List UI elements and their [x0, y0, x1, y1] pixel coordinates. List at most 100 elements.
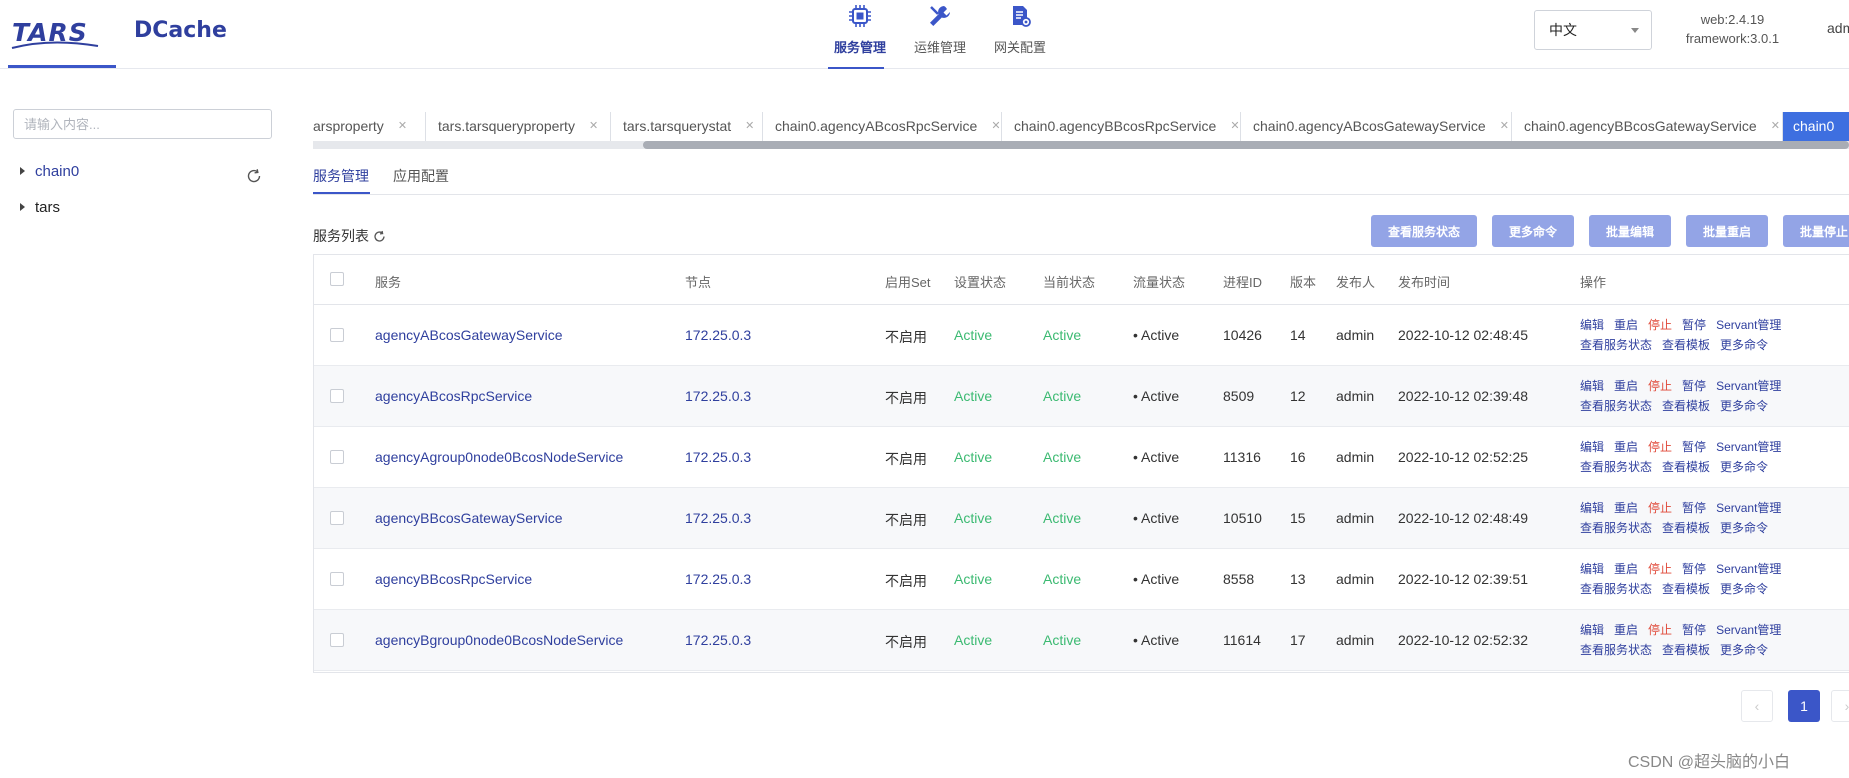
subtab-service-management[interactable]: 服务管理 — [313, 166, 370, 194]
col-pid[interactable]: 进程ID — [1223, 272, 1262, 291]
restart-link[interactable]: 重启 — [1614, 379, 1638, 393]
service-name-link[interactable]: agencyBBcosGatewayService — [375, 510, 563, 526]
tabs-scrollbar-thumb[interactable] — [643, 141, 1849, 149]
stop-link[interactable]: 停止 — [1648, 318, 1672, 332]
node-ip-link[interactable]: 172.25.0.3 — [685, 632, 751, 648]
tab-chain0[interactable]: chain0✕ — [1783, 112, 1849, 141]
refresh-icon[interactable] — [373, 230, 386, 243]
servant-manage-link[interactable]: Servant管理 — [1716, 440, 1781, 454]
tab-tarsqueryproperty[interactable]: tars.tarsqueryproperty ✕ — [426, 112, 611, 141]
caret-right-icon[interactable] — [20, 203, 25, 211]
service-name-link[interactable]: agencyABcosGatewayService — [375, 327, 563, 343]
select-all-checkbox[interactable] — [330, 272, 344, 286]
view-template-link[interactable]: 查看模板 — [1662, 582, 1710, 596]
tree-node-tars[interactable]: tars — [20, 198, 60, 218]
row-checkbox[interactable] — [330, 572, 344, 586]
close-icon[interactable]: ✕ — [1500, 113, 1509, 140]
refresh-icon[interactable] — [246, 168, 262, 184]
edit-link[interactable]: 编辑 — [1580, 562, 1604, 576]
pause-link[interactable]: 暂停 — [1682, 379, 1706, 393]
more-commands-button[interactable]: 更多命令 — [1492, 215, 1574, 247]
tab-agencyABcosRpcService[interactable]: chain0.agencyABcosRpcService ✕ — [763, 112, 1002, 141]
restart-link[interactable]: 重启 — [1614, 562, 1638, 576]
node-ip-link[interactable]: 172.25.0.3 — [685, 388, 751, 404]
col-service[interactable]: 服务 — [375, 272, 401, 291]
nav-service-management[interactable]: 服务管理 — [820, 0, 900, 69]
node-ip-link[interactable]: 172.25.0.3 — [685, 510, 751, 526]
more-commands-link[interactable]: 更多命令 — [1720, 582, 1768, 596]
servant-manage-link[interactable]: Servant管理 — [1716, 318, 1781, 332]
nav-ops-management[interactable]: 运维管理 — [900, 0, 980, 68]
tab-agencyBBcosGatewayService[interactable]: chain0.agencyBBcosGatewayService ✕ — [1512, 112, 1783, 141]
view-status-link[interactable]: 查看服务状态 — [1580, 643, 1652, 657]
restart-link[interactable]: 重启 — [1614, 318, 1638, 332]
close-icon[interactable]: ✕ — [398, 113, 407, 140]
col-set[interactable]: 启用Set — [885, 272, 931, 291]
view-status-link[interactable]: 查看服务状态 — [1580, 338, 1652, 352]
restart-link[interactable]: 重启 — [1614, 623, 1638, 637]
servant-manage-link[interactable]: Servant管理 — [1716, 623, 1781, 637]
service-name-link[interactable]: agencyABcosRpcService — [375, 388, 532, 404]
pagination-prev-button[interactable]: ‹ — [1741, 690, 1773, 722]
view-template-link[interactable]: 查看模板 — [1662, 399, 1710, 413]
node-ip-link[interactable]: 172.25.0.3 — [685, 571, 751, 587]
node-ip-link[interactable]: 172.25.0.3 — [685, 449, 751, 465]
pause-link[interactable]: 暂停 — [1682, 562, 1706, 576]
close-icon[interactable]: ✕ — [589, 113, 598, 140]
col-publish-time[interactable]: 发布时间 — [1398, 272, 1450, 291]
row-checkbox[interactable] — [330, 633, 344, 647]
view-template-link[interactable]: 查看模板 — [1662, 521, 1710, 535]
row-checkbox[interactable] — [330, 511, 344, 525]
servant-manage-link[interactable]: Servant管理 — [1716, 379, 1781, 393]
row-checkbox[interactable] — [330, 450, 344, 464]
subtab-app-config[interactable]: 应用配置 — [393, 166, 449, 194]
close-icon[interactable]: ✕ — [1771, 113, 1780, 140]
stop-link[interactable]: 停止 — [1648, 562, 1672, 576]
view-service-status-button[interactable]: 查看服务状态 — [1371, 215, 1477, 247]
view-template-link[interactable]: 查看模板 — [1662, 338, 1710, 352]
view-status-link[interactable]: 查看服务状态 — [1580, 521, 1652, 535]
pause-link[interactable]: 暂停 — [1682, 623, 1706, 637]
stop-link[interactable]: 停止 — [1648, 379, 1672, 393]
tab-arsproperty[interactable]: arsproperty ✕ — [313, 112, 426, 141]
tab-tarsquerystat[interactable]: tars.tarsquerystat ✕ — [611, 112, 763, 141]
row-checkbox[interactable] — [330, 389, 344, 403]
col-publisher[interactable]: 发布人 — [1336, 272, 1375, 291]
stop-link[interactable]: 停止 — [1648, 501, 1672, 515]
edit-link[interactable]: 编辑 — [1580, 440, 1604, 454]
batch-edit-button[interactable]: 批量编辑 — [1589, 215, 1671, 247]
close-icon[interactable]: ✕ — [1230, 113, 1239, 140]
pause-link[interactable]: 暂停 — [1682, 501, 1706, 515]
view-status-link[interactable]: 查看服务状态 — [1580, 460, 1652, 474]
col-version[interactable]: 版本 — [1290, 272, 1316, 291]
service-name-link[interactable]: agencyBBcosRpcService — [375, 571, 532, 587]
batch-restart-button[interactable]: 批量重启 — [1686, 215, 1768, 247]
edit-link[interactable]: 编辑 — [1580, 379, 1604, 393]
servant-manage-link[interactable]: Servant管理 — [1716, 501, 1781, 515]
edit-link[interactable]: 编辑 — [1580, 318, 1604, 332]
close-icon[interactable]: ✕ — [991, 113, 1000, 140]
pagination-page-1[interactable]: 1 — [1788, 690, 1820, 722]
restart-link[interactable]: 重启 — [1614, 440, 1638, 454]
tab-agencyBBcosRpcService[interactable]: chain0.agencyBBcosRpcService ✕ — [1002, 112, 1241, 141]
col-current-state[interactable]: 当前状态 — [1043, 272, 1095, 291]
dcache-logo[interactable]: DCache — [134, 18, 227, 43]
pagination-next-button[interactable]: › — [1831, 690, 1849, 722]
caret-right-icon[interactable] — [20, 167, 25, 175]
restart-link[interactable]: 重启 — [1614, 501, 1638, 515]
edit-link[interactable]: 编辑 — [1580, 501, 1604, 515]
view-template-link[interactable]: 查看模板 — [1662, 643, 1710, 657]
more-commands-link[interactable]: 更多命令 — [1720, 338, 1768, 352]
view-template-link[interactable]: 查看模板 — [1662, 460, 1710, 474]
view-status-link[interactable]: 查看服务状态 — [1580, 399, 1652, 413]
stop-link[interactable]: 停止 — [1648, 440, 1672, 454]
more-commands-link[interactable]: 更多命令 — [1720, 643, 1768, 657]
pause-link[interactable]: 暂停 — [1682, 440, 1706, 454]
more-commands-link[interactable]: 更多命令 — [1720, 521, 1768, 535]
tab-agencyABcosGatewayService[interactable]: chain0.agencyABcosGatewayService ✕ — [1241, 112, 1512, 141]
pause-link[interactable]: 暂停 — [1682, 318, 1706, 332]
more-commands-link[interactable]: 更多命令 — [1720, 399, 1768, 413]
nav-gateway-config[interactable]: 网关配置 — [980, 0, 1060, 68]
row-checkbox[interactable] — [330, 328, 344, 342]
tars-logo[interactable]: TARS — [8, 16, 116, 68]
